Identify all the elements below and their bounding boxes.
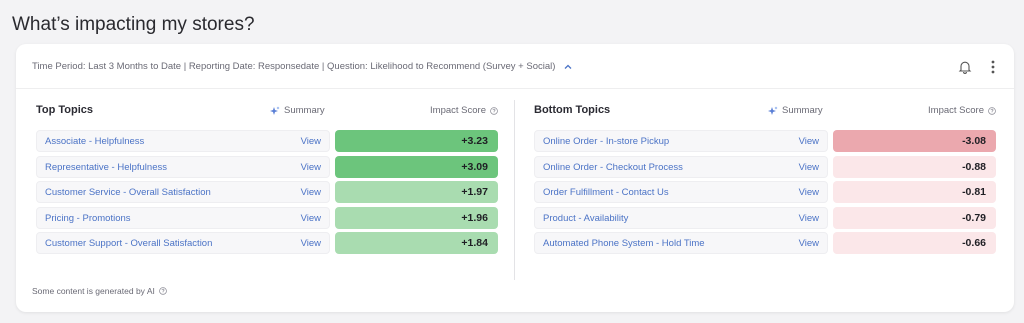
impact-score-cell: +1.84 [335, 232, 498, 255]
ai-footnote: Some content is generated by AI [32, 286, 167, 296]
impact-score-value: +1.84 [461, 237, 488, 250]
topic-link[interactable]: Customer Service - Overall Satisfaction [45, 187, 211, 198]
impact-score-cell: -0.66 [833, 232, 996, 255]
topic-row: Customer Support - Overall Satisfaction V… [36, 232, 498, 255]
impact-score-cell: +1.96 [335, 206, 498, 229]
bottom-topics-list: Online Order - In-store Pickup View -3.08 O… [534, 130, 996, 258]
impact-score-value: -0.66 [962, 237, 986, 250]
topic-link[interactable]: Representative - Helpfulness [45, 162, 167, 173]
topic-cell: Customer Service - Overall Satisfaction V… [36, 181, 330, 204]
bottom-summary-label: Summary [782, 105, 823, 116]
topic-row: Associate - Helpfulness View +3.23 [36, 130, 498, 152]
view-link[interactable]: View [301, 187, 321, 198]
topic-row: Online Order - Checkout Process View -0.88 [534, 155, 996, 178]
impact-score-cell: +3.09 [335, 155, 498, 178]
topic-cell: Order Fulfillment - Contact Us View [534, 181, 828, 204]
view-link[interactable]: View [799, 187, 819, 198]
view-link[interactable]: View [301, 238, 321, 249]
help-icon[interactable] [988, 106, 996, 115]
card-actions [956, 58, 1002, 76]
impact-score-value: -0.88 [962, 160, 986, 173]
filter-text: Time Period: Last 3 Months to Date | Rep… [32, 61, 556, 72]
topic-row: Customer Service - Overall Satisfaction V… [36, 181, 498, 204]
help-icon[interactable] [490, 106, 498, 115]
topic-link[interactable]: Customer Support - Overall Satisfaction [45, 238, 212, 249]
topic-link[interactable]: Order Fulfillment - Contact Us [543, 187, 669, 198]
topic-row: Automated Phone System - Hold Time View -0… [534, 232, 996, 255]
topic-cell: Online Order - In-store Pickup View [534, 130, 828, 152]
impact-card: Time Period: Last 3 Months to Date | Rep… [16, 44, 1014, 312]
top-topics-title: Top Topics [36, 104, 94, 116]
footnote-text: Some content is generated by AI [32, 286, 155, 296]
view-link[interactable]: View [799, 162, 819, 173]
top-summary-button[interactable]: Summary [270, 105, 325, 116]
impact-score-value: +3.23 [461, 135, 488, 147]
topic-cell: Customer Support - Overall Satisfaction V… [36, 232, 330, 255]
topic-cell: Automated Phone System - Hold Time View [534, 232, 828, 255]
topic-row: Representative - Helpfulness View +3.09 [36, 155, 498, 178]
impact-score-cell: -0.88 [833, 155, 996, 178]
topic-link[interactable]: Pricing - Promotions [45, 213, 131, 224]
view-link[interactable]: View [799, 213, 819, 224]
impact-score-cell: -0.81 [833, 181, 996, 204]
topic-link[interactable]: Online Order - In-store Pickup [543, 136, 669, 147]
top-impact-score-header: Impact Score [430, 105, 498, 116]
topic-cell: Pricing - Promotions View [36, 206, 330, 229]
topic-link[interactable]: Online Order - Checkout Process [543, 162, 683, 173]
impact-score-cell: +1.97 [335, 181, 498, 204]
view-link[interactable]: View [301, 162, 321, 173]
bottom-impact-score-header: Impact Score [928, 105, 996, 116]
panel-divider [514, 100, 515, 280]
sparkle-icon [768, 106, 778, 115]
top-summary-label: Summary [284, 105, 325, 116]
impact-score-value: -0.79 [962, 211, 986, 224]
impact-score-cell: -0.79 [833, 206, 996, 229]
impact-score-value: -0.81 [962, 186, 986, 199]
topic-row: Order Fulfillment - Contact Us View -0.81 [534, 181, 996, 204]
impact-score-value: +1.97 [461, 186, 488, 199]
topic-cell: Product - Availability View [534, 206, 828, 229]
bell-icon[interactable] [956, 58, 974, 76]
topic-cell: Representative - Helpfulness View [36, 155, 330, 178]
bottom-topics-title: Bottom Topics [534, 104, 611, 116]
bottom-impact-label: Impact Score [928, 105, 984, 116]
sparkle-icon [270, 106, 280, 115]
topic-cell: Associate - Helpfulness View [36, 130, 330, 152]
impact-score-cell: +3.23 [335, 130, 498, 152]
bottom-summary-button[interactable]: Summary [768, 105, 823, 116]
top-topics-panel: Top Topics Summary Impact Score Associat… [36, 100, 498, 255]
view-link[interactable]: View [799, 136, 819, 147]
topic-cell: Online Order - Checkout Process View [534, 155, 828, 178]
impact-score-cell: -3.08 [833, 130, 996, 152]
topic-row: Online Order - In-store Pickup View -3.08 [534, 130, 996, 152]
top-topics-list: Associate - Helpfulness View +3.23 Represen… [36, 130, 498, 258]
topic-row: Pricing - Promotions View +1.96 [36, 206, 498, 229]
more-options-icon[interactable] [984, 58, 1002, 76]
filter-bar: Time Period: Last 3 Months to Date | Rep… [32, 61, 573, 72]
view-link[interactable]: View [301, 213, 321, 224]
view-link[interactable]: View [301, 136, 321, 147]
topic-link[interactable]: Associate - Helpfulness [45, 136, 144, 147]
topic-row: Product - Availability View -0.79 [534, 206, 996, 229]
header-divider [16, 88, 1014, 89]
view-link[interactable]: View [799, 238, 819, 249]
top-impact-label: Impact Score [430, 105, 486, 116]
help-icon[interactable] [159, 287, 167, 295]
chevron-up-icon[interactable] [563, 62, 573, 72]
topic-link[interactable]: Product - Availability [543, 213, 628, 224]
topic-link[interactable]: Automated Phone System - Hold Time [543, 238, 705, 249]
impact-score-value: +3.09 [461, 160, 488, 173]
bottom-topics-panel: Bottom Topics Summary Impact Score Onlin… [534, 100, 996, 255]
impact-score-value: +1.96 [461, 211, 488, 224]
impact-score-value: -3.08 [962, 135, 986, 147]
page-title: What’s impacting my stores? [12, 14, 255, 35]
